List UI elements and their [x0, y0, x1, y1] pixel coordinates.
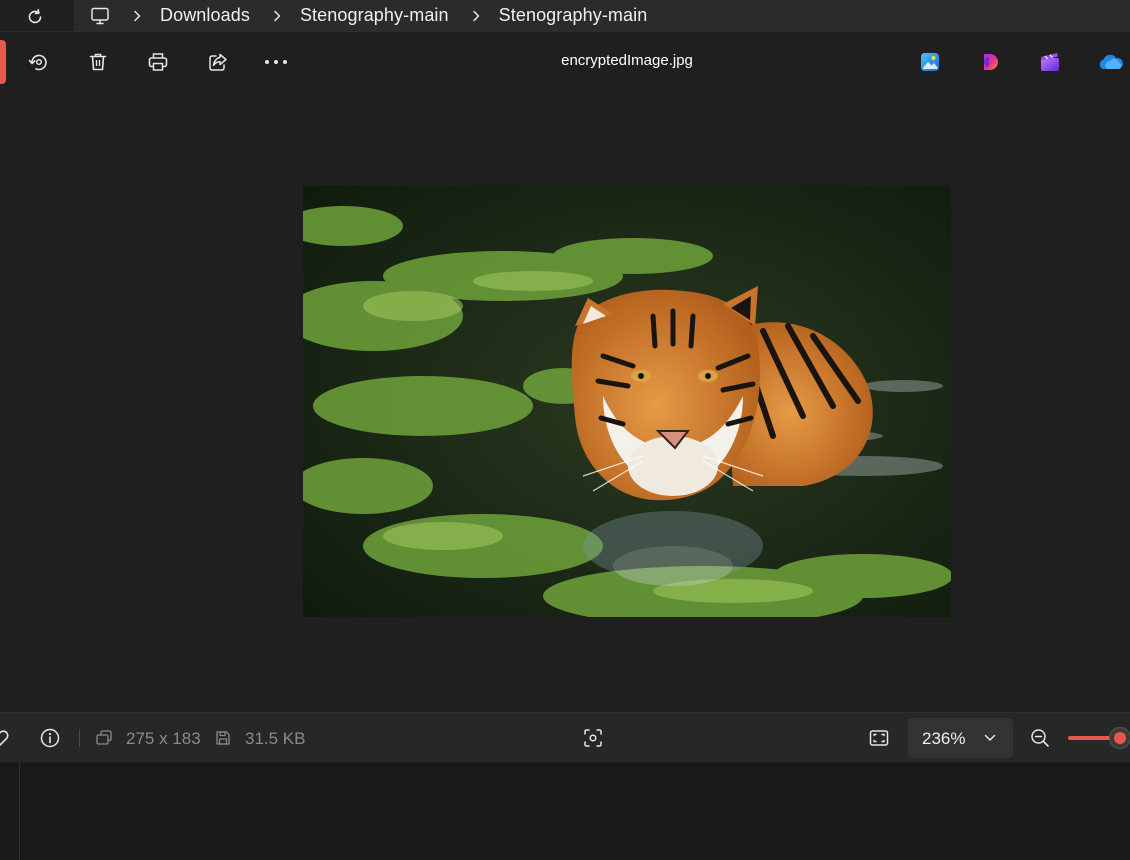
dimensions-icon: [92, 726, 116, 750]
focus-icon: [584, 729, 602, 747]
info-icon: [40, 728, 60, 748]
clipchamp-icon: [1041, 53, 1059, 71]
delete-button[interactable]: [82, 46, 114, 78]
zoom-slider-thumb[interactable]: [1109, 727, 1130, 749]
photo-editor-app-button[interactable]: [916, 48, 944, 76]
tiger-photo[interactable]: [303, 186, 951, 617]
heart-icon: [0, 730, 9, 746]
zoom-out-icon: [1031, 729, 1049, 747]
refresh-button[interactable]: [22, 4, 48, 30]
print-icon: [148, 53, 168, 71]
filmstrip-divider: [19, 763, 20, 860]
share-button[interactable]: [202, 46, 234, 78]
computer-icon[interactable]: [90, 6, 110, 26]
file-size-icon: [211, 726, 235, 750]
chevron-right-icon[interactable]: [126, 0, 148, 31]
photo-editor-icon: [921, 53, 939, 71]
designer-app-button[interactable]: [977, 48, 1005, 76]
breadcrumb-item-stenography-main-sub[interactable]: Stenography-main: [499, 5, 648, 26]
accent-tab: [0, 40, 6, 84]
breadcrumb: Downloads Stenography-main Stenography-m…: [74, 0, 1130, 31]
chevron-right-icon[interactable]: [266, 0, 288, 31]
file-name: encryptedImage.jpg: [561, 52, 693, 69]
refresh-icon: [28, 9, 42, 24]
toolbar: encryptedImage.jpg: [0, 32, 1130, 92]
clipchamp-app-button[interactable]: [1036, 48, 1064, 76]
breadcrumb-item-stenography-main[interactable]: Stenography-main: [300, 5, 449, 26]
more-options-button[interactable]: [260, 46, 292, 78]
filmstrip-area: [0, 763, 1130, 860]
zoom-level-dropdown[interactable]: 236%: [908, 718, 1013, 758]
onedrive-icon: [1099, 54, 1123, 69]
fit-to-window-button[interactable]: [867, 726, 891, 750]
chevron-right-icon[interactable]: [465, 0, 487, 31]
onedrive-button[interactable]: [1096, 48, 1124, 76]
chevron-down-icon: [978, 726, 1002, 750]
rotate-button[interactable]: [22, 46, 54, 78]
image-dimensions: 275 x 183: [126, 729, 201, 748]
print-button[interactable]: [142, 46, 174, 78]
file-info-button[interactable]: [38, 726, 62, 750]
more-icon: [265, 60, 287, 64]
zoom-level-value: 236%: [922, 729, 966, 748]
visual-search-button[interactable]: [581, 726, 605, 750]
zoom-out-button[interactable]: [1028, 726, 1052, 750]
status-divider: [79, 729, 80, 747]
image-viewer: [0, 92, 1130, 712]
file-size: 31.5 KB: [245, 729, 306, 748]
delete-icon: [89, 53, 107, 71]
rotate-icon: [28, 54, 47, 71]
address-bar: Downloads Stenography-main Stenography-m…: [0, 0, 1130, 32]
breadcrumb-item-downloads[interactable]: Downloads: [160, 5, 250, 26]
status-bar: 275 x 183 31.5 KB 236%: [0, 712, 1130, 762]
designer-icon: [984, 54, 998, 70]
favorite-button[interactable]: [0, 726, 12, 750]
fit-to-window-icon: [869, 730, 889, 746]
share-icon: [209, 53, 227, 71]
